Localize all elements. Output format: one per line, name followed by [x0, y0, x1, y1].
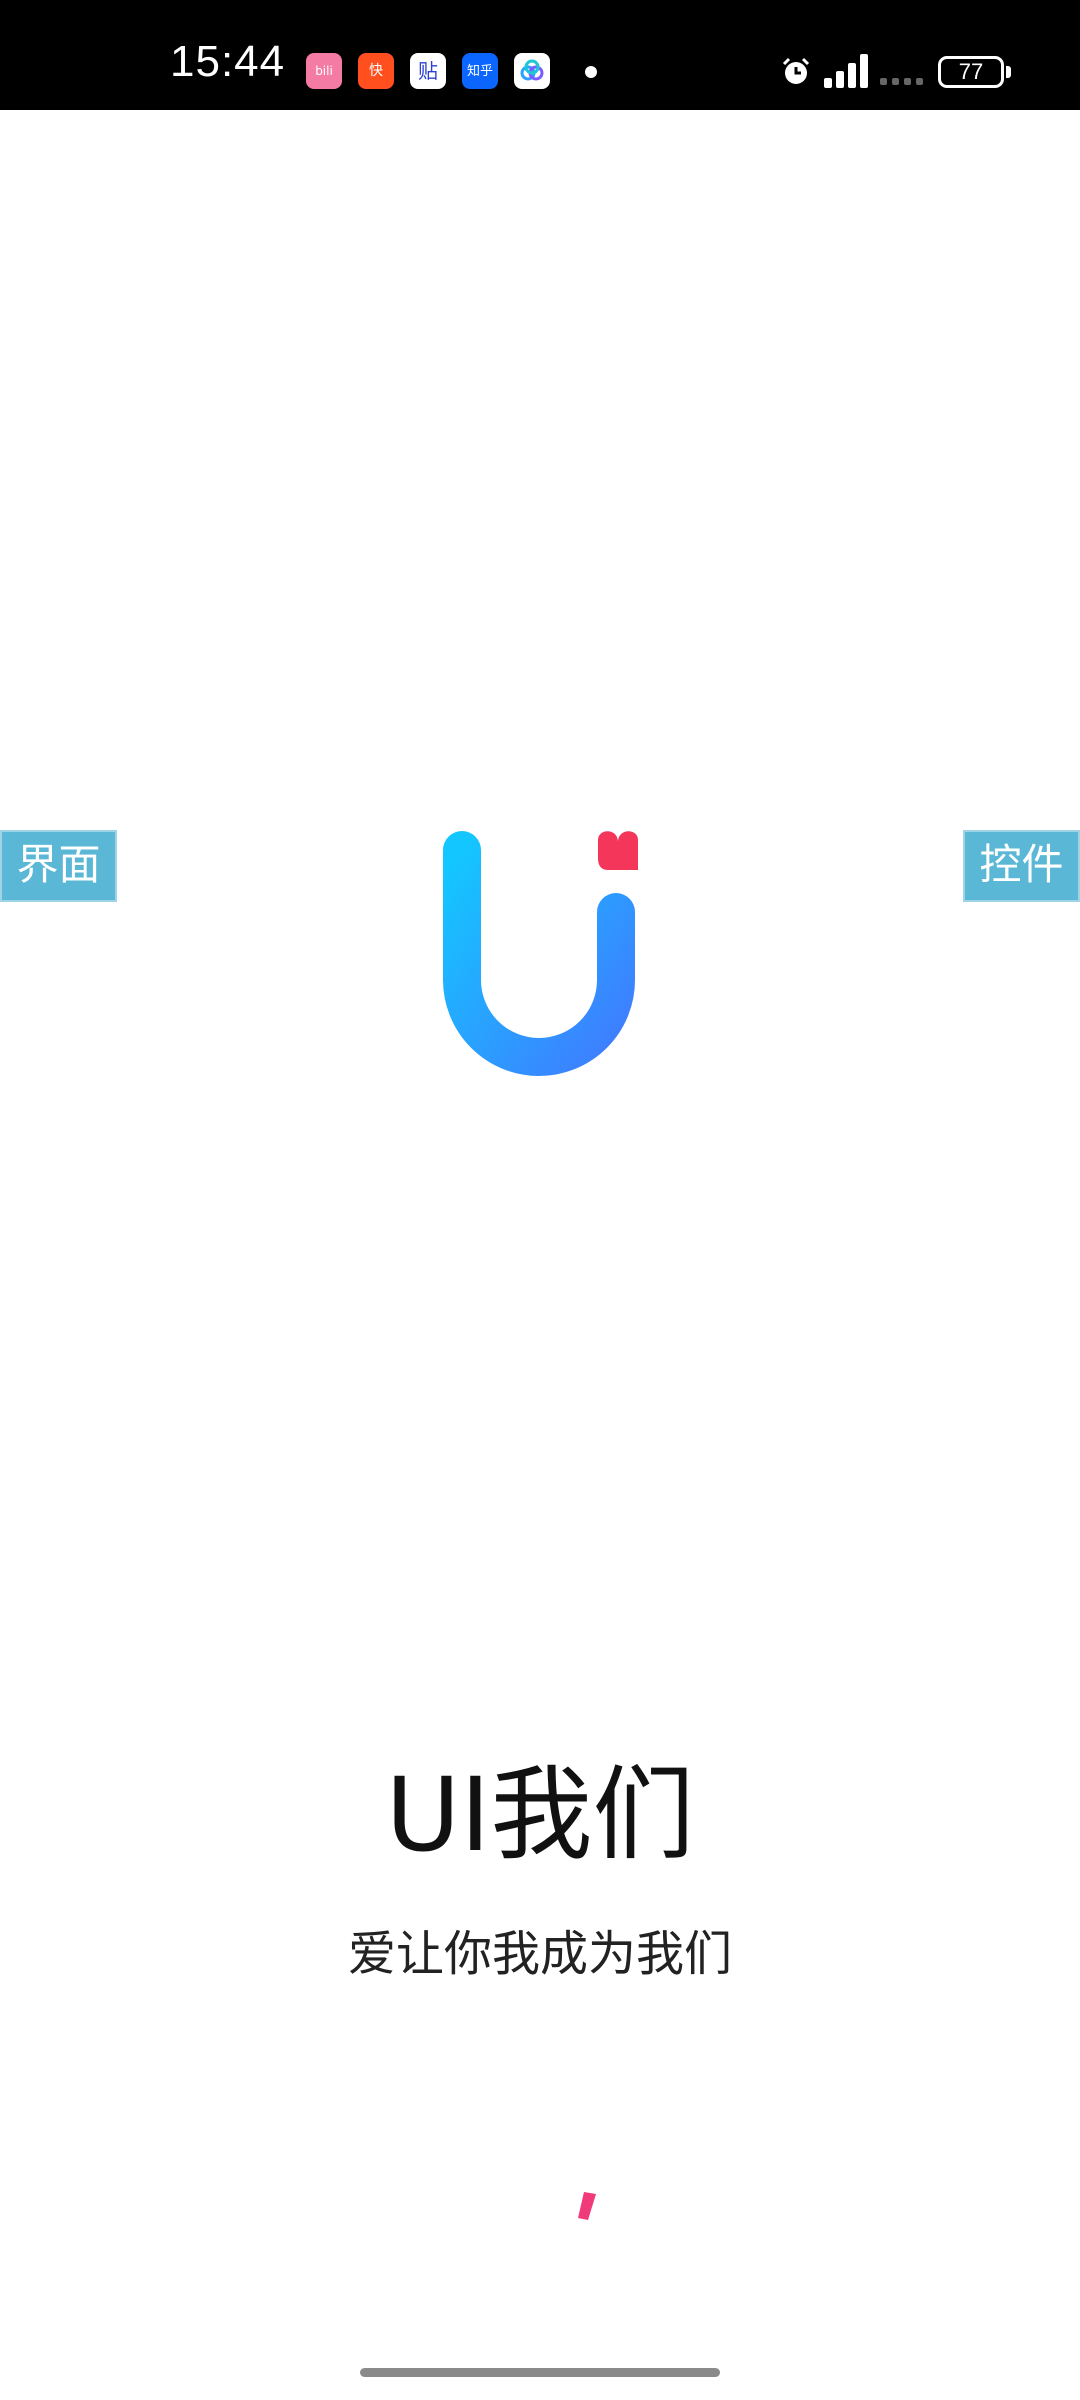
alarm-icon	[782, 57, 810, 84]
tieba-icon-label: 贴	[418, 59, 438, 83]
app-logo-icon	[443, 831, 638, 1076]
zhihu-icon: 知乎	[462, 53, 498, 89]
status-time: 15:44	[170, 37, 286, 86]
loading-spinner-icon	[578, 2192, 596, 2220]
app-slogan: 爱让你我成为我们	[347, 1926, 732, 1982]
more-notifications-dot	[585, 66, 597, 78]
signal-secondary-icon	[880, 78, 923, 85]
tab-interface[interactable]: 界面	[0, 830, 117, 902]
signal-icon	[824, 54, 868, 88]
battery-tip	[1006, 66, 1011, 78]
status-bar: 15:44 bili 快 贴 知乎 77	[0, 0, 1080, 110]
home-indicator[interactable]	[360, 2368, 720, 2377]
tieba-icon: 贴	[410, 53, 446, 89]
kuaishou-icon-label: 快	[369, 63, 383, 79]
app-title: UI我们	[385, 1756, 695, 1875]
battery-icon: 77	[938, 56, 1004, 88]
bilibili-icon-label: bili	[315, 64, 333, 78]
zhihu-icon-label: 知乎	[466, 64, 493, 79]
bilibili-icon: bili	[306, 53, 342, 89]
battery-level: 77	[958, 59, 984, 84]
cloud-icon	[514, 53, 550, 89]
tab-controls[interactable]: 控件	[963, 830, 1080, 902]
kuaishou-icon: 快	[358, 53, 394, 89]
cloud-icon-graphic	[520, 59, 544, 81]
